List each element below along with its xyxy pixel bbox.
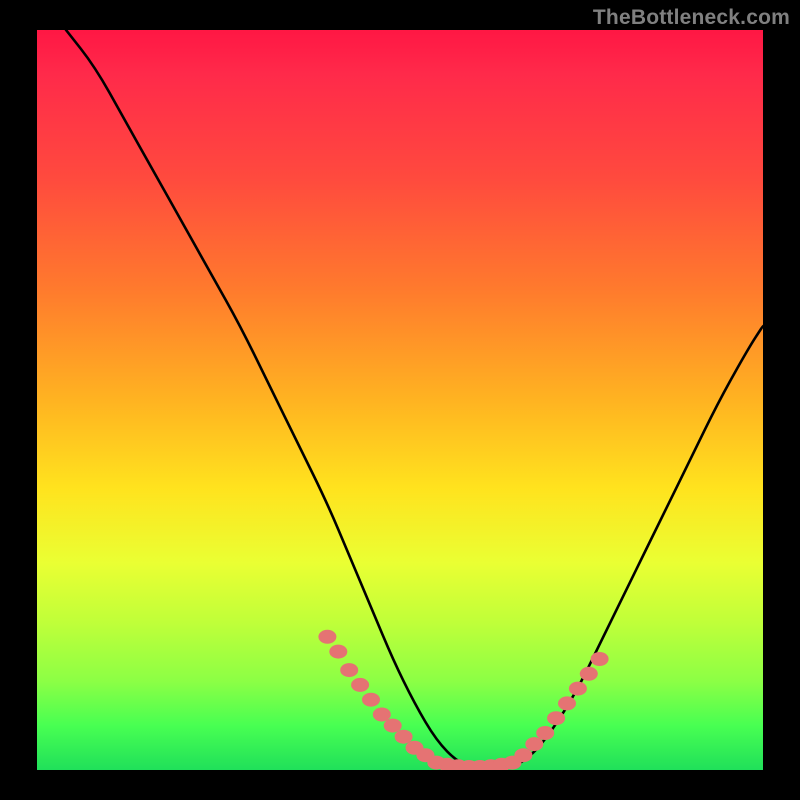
watermark-text: TheBottleneck.com — [593, 6, 790, 30]
marker-dot — [373, 708, 391, 722]
marker-dot — [547, 711, 565, 725]
marker-dot — [525, 737, 543, 751]
marker-dot — [340, 663, 358, 677]
marker-dot — [384, 719, 402, 733]
marker-dot — [580, 667, 598, 681]
chart-frame: TheBottleneck.com — [0, 0, 800, 800]
marker-dot — [536, 726, 554, 740]
curve-path — [66, 30, 763, 770]
curve-layer — [37, 30, 763, 770]
marker-dot — [318, 630, 336, 644]
marker-dot — [395, 730, 413, 744]
marker-dot — [569, 682, 587, 696]
marker-dot — [362, 693, 380, 707]
marker-dot — [558, 696, 576, 710]
marker-dot — [591, 652, 609, 666]
marker-dot — [514, 748, 532, 762]
marker-dot — [351, 678, 369, 692]
marker-dot — [329, 645, 347, 659]
plot-area — [37, 30, 763, 770]
